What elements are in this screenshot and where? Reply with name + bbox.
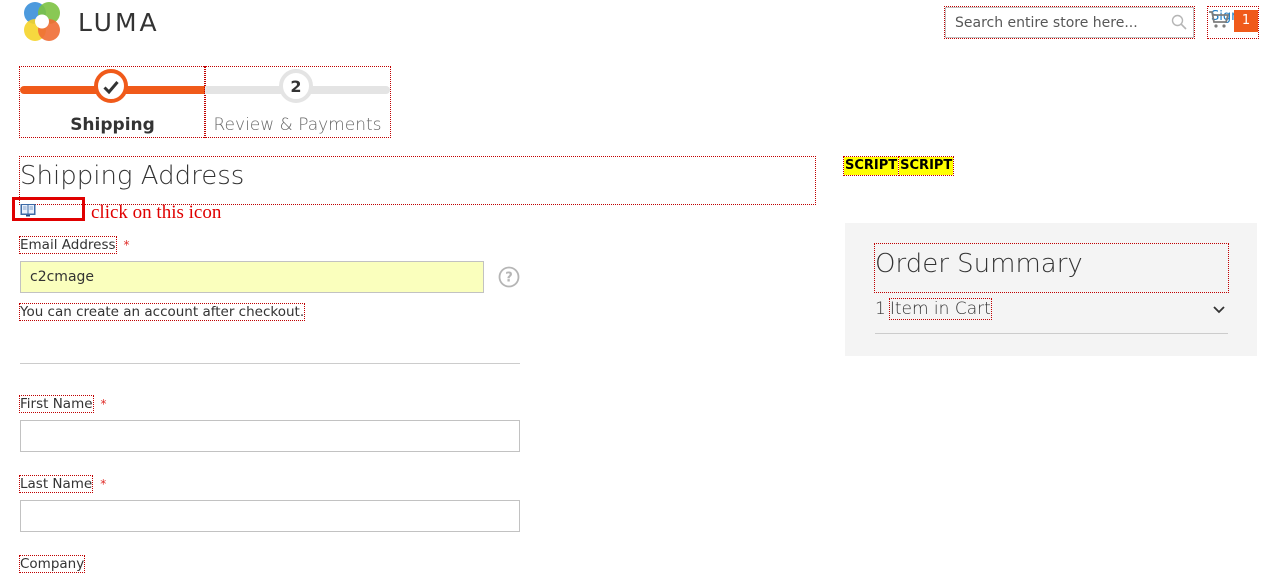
chevron-down-icon[interactable] xyxy=(1212,305,1226,315)
required-mark: * xyxy=(100,477,107,491)
cart-icon[interactable] xyxy=(1208,9,1230,31)
checkmark-icon xyxy=(103,81,119,95)
company-label-row: Company xyxy=(18,553,86,573)
luma-logo-icon xyxy=(24,2,60,41)
step-shipping[interactable]: Shipping xyxy=(19,66,206,138)
last-name-input[interactable] xyxy=(20,500,520,532)
logo-text: LUMA xyxy=(78,7,160,37)
step-badge: 2 xyxy=(279,69,313,103)
order-summary-title: Order Summary xyxy=(874,243,1229,293)
company-label: Company xyxy=(18,555,86,573)
script-tag: SCRIPT xyxy=(898,156,955,176)
items-count: 1 xyxy=(875,299,886,319)
order-summary: Order Summary 1 Item in Cart xyxy=(845,223,1257,356)
annotation-highlight-box xyxy=(12,197,85,221)
email-input[interactable]: c2cmage xyxy=(20,261,484,293)
required-mark: * xyxy=(123,238,130,252)
step-badge xyxy=(94,69,128,103)
step-label: Shipping xyxy=(70,115,155,135)
minicart[interactable]: Sign In 1 xyxy=(1207,6,1259,39)
script-tags: SCRIPT SCRIPT xyxy=(842,156,955,176)
required-mark: * xyxy=(100,397,107,411)
search-input[interactable] xyxy=(946,8,1184,37)
checkout-progress: Shipping 2 Review & Payments xyxy=(19,66,391,138)
items-label: Item in Cart xyxy=(888,298,992,320)
first-name-input[interactable] xyxy=(20,420,520,452)
first-name-label: First Name xyxy=(19,395,94,413)
last-name-label-row: Last Name * xyxy=(18,473,107,493)
cart-counter: 1 xyxy=(1234,10,1258,32)
help-icon[interactable]: ? xyxy=(498,266,520,288)
account-note: You can create an account after checkout… xyxy=(18,303,306,321)
search-icon[interactable] xyxy=(1171,14,1187,30)
svg-text:?: ? xyxy=(505,271,513,286)
step-review-payments[interactable]: 2 Review & Payments xyxy=(204,66,391,138)
search-box xyxy=(944,6,1195,39)
script-tag: SCRIPT xyxy=(842,156,900,176)
step-label: Review & Payments xyxy=(213,115,382,135)
shipping-address-title: Shipping Address xyxy=(19,156,816,205)
divider xyxy=(20,363,520,364)
items-in-cart-toggle[interactable]: 1 Item in Cart xyxy=(875,298,1228,334)
first-name-label-row: First Name * xyxy=(19,393,107,413)
annotation-text: click on this icon xyxy=(91,202,222,223)
luma-logo[interactable]: LUMA xyxy=(20,0,160,44)
email-label: Email Address xyxy=(19,236,117,254)
last-name-label: Last Name xyxy=(18,475,94,493)
email-label-row: Email Address * xyxy=(19,234,130,254)
